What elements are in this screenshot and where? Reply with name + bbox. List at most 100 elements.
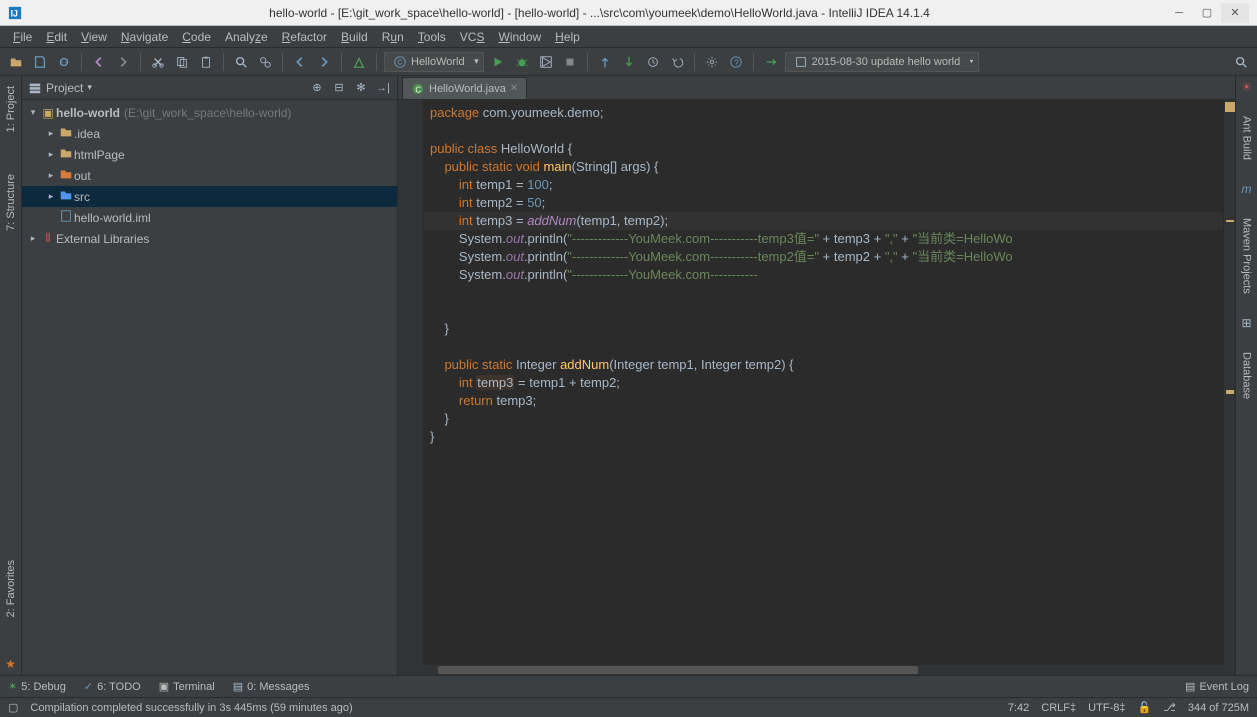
caret-position[interactable]: 7:42 bbox=[1008, 702, 1029, 714]
stop-icon[interactable] bbox=[560, 52, 580, 72]
open-icon[interactable] bbox=[6, 52, 26, 72]
editor-tab-helloworld[interactable]: C HelloWorld.java ✕ bbox=[402, 77, 527, 99]
code-line[interactable]: package com.youmeek.demo; bbox=[424, 104, 1223, 122]
menu-file[interactable]: File bbox=[6, 28, 39, 46]
build-icon[interactable] bbox=[349, 52, 369, 72]
project-title[interactable]: Project bbox=[46, 81, 83, 95]
code-line[interactable]: public class HelloWorld { bbox=[424, 140, 1223, 158]
code-line[interactable] bbox=[424, 284, 1223, 302]
redo-icon[interactable] bbox=[113, 52, 133, 72]
error-stripe[interactable] bbox=[1223, 100, 1235, 665]
code-line[interactable]: public static Integer addNum(Integer tem… bbox=[424, 356, 1223, 374]
tree-root[interactable]: ▾ ▣ hello-world (E:\git_work_space\hello… bbox=[22, 102, 397, 123]
line-separator[interactable]: CRLF‡ bbox=[1041, 702, 1076, 714]
tab-favorites[interactable]: 2: Favorites bbox=[3, 554, 19, 623]
search-everywhere-icon[interactable] bbox=[1231, 52, 1251, 72]
close-button[interactable]: ✕ bbox=[1221, 3, 1249, 23]
collapse-icon[interactable]: ⊟ bbox=[331, 80, 347, 96]
tab-ant-build[interactable]: Ant Build bbox=[1239, 110, 1255, 166]
code-line[interactable]: } bbox=[424, 410, 1223, 428]
save-all-icon[interactable] bbox=[30, 52, 50, 72]
vcs-push-icon[interactable] bbox=[761, 52, 781, 72]
copy-icon[interactable] bbox=[172, 52, 192, 72]
replace-icon[interactable] bbox=[255, 52, 275, 72]
scroll-to-source-icon[interactable]: ⊕ bbox=[309, 80, 325, 96]
tab-project[interactable]: 1: Project bbox=[3, 80, 19, 138]
back-icon[interactable] bbox=[290, 52, 310, 72]
vcs-history-icon[interactable] bbox=[643, 52, 663, 72]
tree-item[interactable]: ▸htmlPage bbox=[22, 144, 397, 165]
code-line[interactable]: public static void main(String[] args) { bbox=[424, 158, 1223, 176]
code-line[interactable]: int temp3 = addNum(temp1, temp2); bbox=[424, 212, 1223, 230]
tab-debug[interactable]: ✶5: Debug bbox=[8, 680, 66, 693]
tab-messages[interactable]: ▤0: Messages bbox=[233, 680, 310, 693]
forward-icon[interactable] bbox=[314, 52, 334, 72]
help-icon[interactable]: ? bbox=[726, 52, 746, 72]
menu-edit[interactable]: Edit bbox=[39, 28, 74, 46]
tab-todo[interactable]: ✓6: TODO bbox=[84, 680, 141, 693]
tab-terminal[interactable]: ▣Terminal bbox=[159, 680, 215, 693]
code-line[interactable]: int temp1 = 100; bbox=[424, 176, 1223, 194]
menu-window[interactable]: Window bbox=[491, 28, 548, 46]
workspace: 1: Project 7: Structure 2: Favorites ★ P… bbox=[0, 76, 1257, 675]
run-icon[interactable] bbox=[488, 52, 508, 72]
tab-database[interactable]: Database bbox=[1239, 346, 1255, 405]
tree-external-libs[interactable]: ▸ ⫴ External Libraries bbox=[22, 228, 397, 249]
file-encoding[interactable]: UTF-8‡ bbox=[1088, 702, 1125, 714]
menu-vcs[interactable]: VCS bbox=[453, 28, 492, 46]
menu-help[interactable]: Help bbox=[548, 28, 587, 46]
tree-item[interactable]: ▸.idea bbox=[22, 123, 397, 144]
code-line[interactable]: int temp3 = temp1 + temp2; bbox=[424, 374, 1223, 392]
code-line[interactable]: System.out.println("-------------YouMeek… bbox=[424, 266, 1223, 284]
maximize-button[interactable]: ▢ bbox=[1193, 3, 1221, 23]
vcs-update-icon[interactable] bbox=[595, 52, 615, 72]
event-log-button[interactable]: ▤Event Log bbox=[1185, 680, 1249, 693]
code-line[interactable] bbox=[424, 338, 1223, 356]
vcs-revert-icon[interactable] bbox=[667, 52, 687, 72]
code-editor[interactable]: package com.youmeek.demo; public class H… bbox=[424, 100, 1223, 665]
debug-icon[interactable] bbox=[512, 52, 532, 72]
minimize-button[interactable]: ─ bbox=[1165, 3, 1193, 23]
menu-run[interactable]: Run bbox=[375, 28, 411, 46]
sync-icon[interactable] bbox=[54, 52, 74, 72]
vcs-commit-icon[interactable] bbox=[619, 52, 639, 72]
close-tab-icon[interactable]: ✕ bbox=[510, 83, 518, 94]
paste-icon[interactable] bbox=[196, 52, 216, 72]
tab-maven[interactable]: Maven Projects bbox=[1239, 212, 1255, 300]
tree-item[interactable]: ▸src bbox=[22, 186, 397, 207]
code-line[interactable]: int temp2 = 50; bbox=[424, 194, 1223, 212]
vcs-branch-info[interactable]: 2015-08-30 update hello world bbox=[785, 52, 980, 72]
menu-refactor[interactable]: Refactor bbox=[275, 28, 334, 46]
code-line[interactable]: } bbox=[424, 428, 1223, 446]
find-icon[interactable] bbox=[231, 52, 251, 72]
code-line[interactable] bbox=[424, 302, 1223, 320]
menu-analyze[interactable]: Analyze bbox=[218, 28, 275, 46]
gear-icon[interactable]: ✻ bbox=[353, 80, 369, 96]
code-line[interactable]: System.out.println("-------------YouMeek… bbox=[424, 230, 1223, 248]
git-branch-icon[interactable]: ⎇ bbox=[1163, 701, 1176, 714]
project-tree[interactable]: ▾ ▣ hello-world (E:\git_work_space\hello… bbox=[22, 100, 397, 675]
horizontal-scrollbar[interactable] bbox=[398, 665, 1235, 675]
hide-icon[interactable]: →| bbox=[375, 80, 391, 96]
code-line[interactable]: } bbox=[424, 320, 1223, 338]
menu-navigate[interactable]: Navigate bbox=[114, 28, 175, 46]
tree-item[interactable]: hello-world.iml bbox=[22, 207, 397, 228]
toggle-toolwindows-icon[interactable]: ▢ bbox=[8, 701, 18, 714]
run-config-selector[interactable]: C HelloWorld bbox=[384, 52, 484, 72]
code-line[interactable] bbox=[424, 122, 1223, 140]
tree-item[interactable]: ▸out bbox=[22, 165, 397, 186]
code-line[interactable]: return temp3; bbox=[424, 392, 1223, 410]
readonly-lock-icon[interactable]: 🔓 bbox=[1137, 701, 1151, 714]
menu-code[interactable]: Code bbox=[175, 28, 218, 46]
menu-view[interactable]: View bbox=[74, 28, 114, 46]
menu-build[interactable]: Build bbox=[334, 28, 375, 46]
menu-tools[interactable]: Tools bbox=[411, 28, 453, 46]
memory-indicator[interactable]: 344 of 725M bbox=[1188, 702, 1249, 714]
cut-icon[interactable] bbox=[148, 52, 168, 72]
undo-icon[interactable] bbox=[89, 52, 109, 72]
coverage-icon[interactable] bbox=[536, 52, 556, 72]
settings-icon[interactable] bbox=[702, 52, 722, 72]
code-line[interactable]: System.out.println("-------------YouMeek… bbox=[424, 248, 1223, 266]
tab-structure[interactable]: 7: Structure bbox=[3, 168, 19, 237]
editor-gutter[interactable] bbox=[398, 100, 424, 665]
